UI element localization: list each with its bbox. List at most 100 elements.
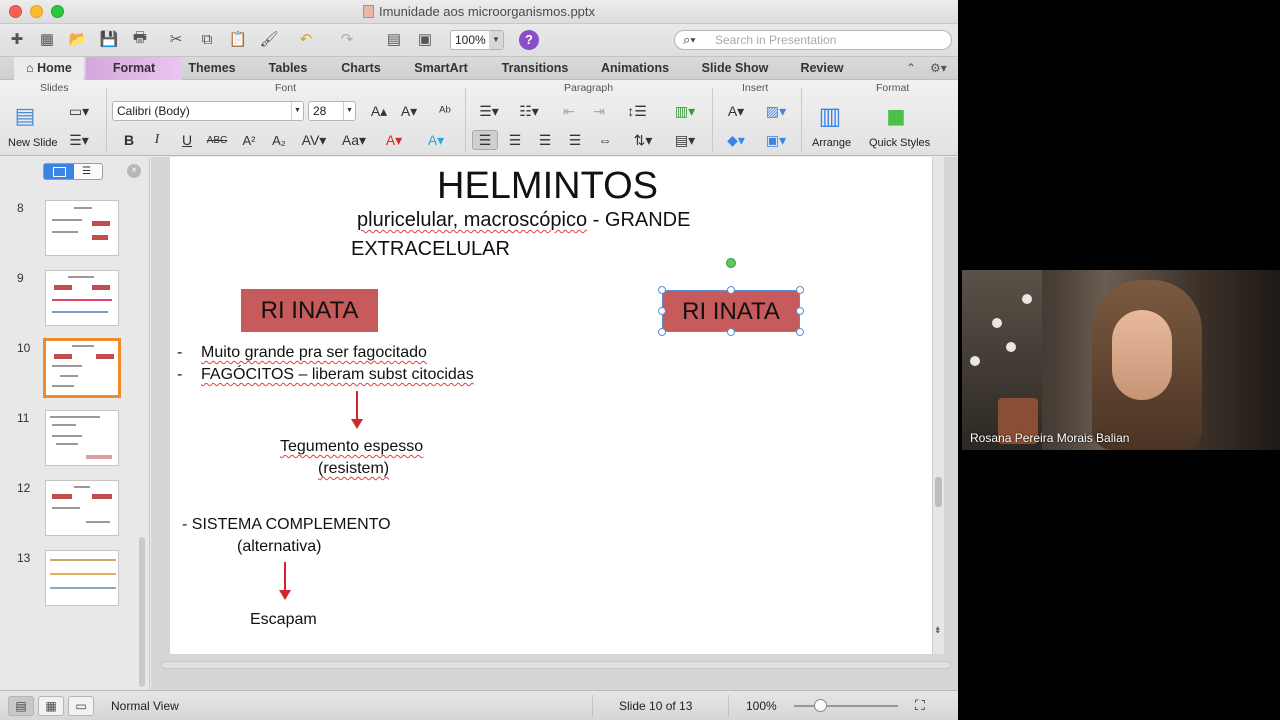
new-icon[interactable]: ✚ — [5, 28, 29, 50]
undo-icon[interactable]: ↶ — [294, 28, 318, 50]
slide-thumbnail-9[interactable] — [45, 270, 119, 326]
align-center-icon[interactable]: ☰ — [502, 130, 528, 150]
templates-icon[interactable]: ▦ — [35, 28, 59, 50]
ri-inata-box-left[interactable]: RI INATA — [241, 289, 378, 332]
slide-show-button[interactable]: ▭ — [68, 696, 94, 716]
view-toggle[interactable]: ☰ — [43, 163, 103, 180]
tegumento-line1[interactable]: Tegumento espesso — [280, 438, 423, 456]
underline-button[interactable]: U — [174, 130, 200, 150]
print-icon[interactable]: 🖶 — [128, 28, 152, 50]
zoom-slider[interactable] — [794, 699, 898, 712]
help-button[interactable]: ? — [519, 30, 539, 50]
ri-inata-box-right-selected[interactable]: RI INATA — [662, 290, 800, 332]
slide-sorter-button[interactable]: ▦ — [38, 696, 64, 716]
shrink-font-icon[interactable]: A▾ — [396, 101, 422, 121]
arrow-down-icon[interactable] — [279, 562, 291, 600]
open-icon[interactable]: 📂 — [66, 28, 90, 50]
bold-button[interactable]: B — [116, 130, 142, 150]
collapse-ribbon-icon[interactable]: ⌃ — [906, 61, 916, 75]
superscript-button[interactable]: A² — [236, 130, 262, 150]
slides-sorter-icon[interactable]: ▤ — [382, 28, 406, 50]
text-box-icon[interactable]: A▾ — [720, 101, 752, 121]
arrange-icon[interactable]: ▥ — [810, 100, 850, 132]
change-case-icon[interactable]: Aa▾ — [338, 130, 370, 150]
tab-tables[interactable]: Tables — [260, 57, 316, 80]
tab-charts[interactable]: Charts — [333, 57, 389, 80]
tab-animations[interactable]: Animations — [594, 57, 676, 80]
bullet-text[interactable]: Muito grande pra ser fagocitado — [201, 344, 427, 362]
escapam-text[interactable]: Escapam — [250, 611, 317, 629]
thumbnails-scrollbar[interactable] — [139, 537, 145, 687]
strikethrough-button[interactable]: ABC — [204, 130, 230, 150]
resize-handle[interactable] — [727, 328, 735, 336]
cut-icon[interactable]: ✂ — [164, 28, 188, 50]
normal-view-button[interactable]: ▤ — [8, 696, 34, 716]
slides-view-icon[interactable] — [44, 164, 74, 179]
copy-icon[interactable]: ⧉ — [195, 28, 219, 50]
shape-icon[interactable]: ◆▾ — [720, 130, 752, 150]
redo-icon[interactable]: ↷ — [335, 28, 359, 50]
save-icon[interactable]: 💾 — [97, 28, 121, 50]
align-left-icon[interactable]: ☰ — [472, 130, 498, 150]
character-spacing-icon[interactable]: AV▾ — [298, 130, 330, 150]
columns-icon[interactable]: ▥▾ — [668, 101, 702, 121]
slide-title[interactable]: HELMINTOS — [437, 165, 658, 208]
numbering-icon[interactable]: ☷▾ — [512, 101, 546, 121]
line-spacing-icon[interactable]: ↕☰ — [620, 101, 654, 121]
next-slide-icon[interactable]: ⇟ — [934, 625, 942, 636]
picture-icon[interactable]: ▨▾ — [760, 101, 792, 121]
new-slide-button[interactable]: New Slide — [8, 137, 58, 149]
font-color-icon[interactable]: A▾ — [378, 130, 410, 150]
tab-review[interactable]: Review — [794, 57, 850, 80]
scroll-thumb[interactable] — [935, 477, 942, 507]
tab-themes[interactable]: Themes — [182, 57, 242, 80]
zoom-select[interactable]: 100% ▼ — [450, 30, 504, 50]
rotate-handle[interactable] — [726, 258, 736, 268]
slide-thumbnail-11[interactable] — [45, 410, 119, 466]
layout-icon[interactable]: ▭▾ — [66, 101, 92, 121]
resize-handle[interactable] — [658, 328, 666, 336]
font-name-select[interactable]: Calibri (Body) ▼ — [112, 101, 304, 121]
tab-transitions[interactable]: Transitions — [496, 57, 574, 80]
subscript-button[interactable]: A₂ — [266, 130, 292, 150]
tab-smartart[interactable]: SmartArt — [406, 57, 476, 80]
section-icon[interactable]: ☰▾ — [66, 130, 92, 150]
gear-icon[interactable]: ⚙▾ — [930, 61, 947, 75]
resize-handle[interactable] — [796, 286, 804, 294]
resize-handle[interactable] — [658, 307, 666, 315]
resize-handle[interactable] — [796, 328, 804, 336]
paste-icon[interactable]: 📋 — [226, 28, 250, 50]
justify-icon[interactable]: ☰ — [562, 130, 588, 150]
font-size-select[interactable]: 28 ▼ — [308, 101, 356, 121]
decrease-indent-icon[interactable]: ⇤ — [556, 101, 582, 121]
resize-handle[interactable] — [727, 286, 735, 294]
clear-formatting-icon[interactable]: ᴬᵇ — [432, 101, 458, 121]
insert-object-icon[interactable]: ▣▾ — [760, 130, 792, 150]
search-input[interactable]: ⌕▾ Search in Presentation — [674, 30, 952, 50]
tab-home[interactable]: ⌂ Home — [14, 57, 84, 80]
arrow-down-icon[interactable] — [351, 391, 363, 429]
tab-slide-show[interactable]: Slide Show — [696, 57, 774, 80]
increase-indent-icon[interactable]: ⇥ — [586, 101, 612, 121]
tegumento-line2[interactable]: (resistem) — [318, 460, 389, 478]
italic-button[interactable]: I — [144, 130, 170, 150]
complemento-line1[interactable]: - SISTEMA COMPLEMENTO — [182, 516, 391, 534]
slide-thumbnail-8[interactable] — [45, 200, 119, 256]
text-direction-icon[interactable]: ⇅▾ — [626, 130, 660, 150]
slide-thumbnail-12[interactable] — [45, 480, 119, 536]
grow-font-icon[interactable]: A▴ — [366, 101, 392, 121]
horizontal-scrollbar[interactable] — [161, 661, 951, 669]
bullets-icon[interactable]: ☰▾ — [472, 101, 506, 121]
resize-handle[interactable] — [658, 286, 666, 294]
quick-styles-icon[interactable]: ◼ — [876, 100, 916, 132]
text-effects-icon[interactable]: A▾ — [420, 130, 452, 150]
fit-to-window-icon[interactable]: ⛶ — [915, 697, 925, 714]
arrange-button[interactable]: Arrange — [812, 137, 851, 149]
quick-styles-button[interactable]: Quick Styles — [869, 137, 930, 149]
format-painter-icon[interactable]: 🖌 — [257, 28, 281, 50]
outline-view-icon[interactable]: ☰ — [82, 167, 91, 177]
slide-thumbnail-10-selected[interactable] — [43, 338, 121, 398]
align-right-icon[interactable]: ☰ — [532, 130, 558, 150]
tab-format[interactable]: Format — [86, 57, 182, 80]
zoom-slider-knob[interactable] — [814, 699, 827, 712]
